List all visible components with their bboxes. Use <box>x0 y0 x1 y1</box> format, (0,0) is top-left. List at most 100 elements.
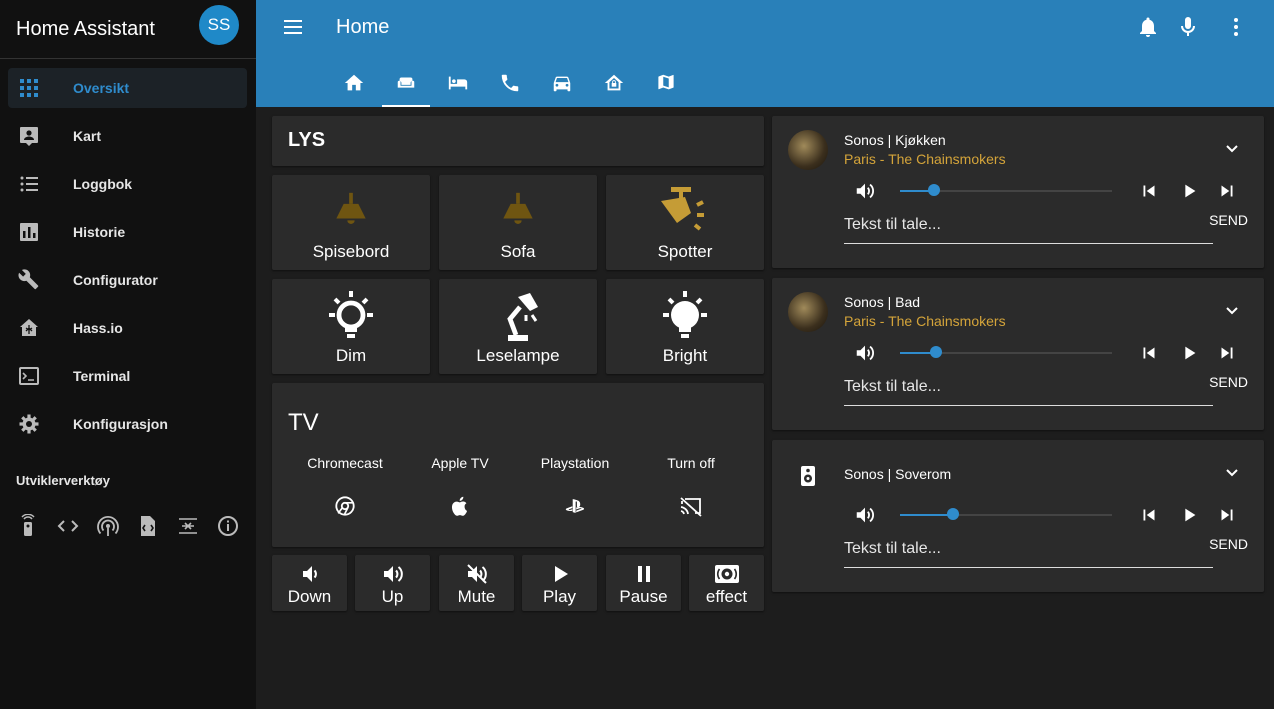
play-icon[interactable] <box>1178 180 1200 202</box>
volume-knob[interactable] <box>947 508 959 520</box>
skip-previous-icon[interactable] <box>1138 180 1160 202</box>
chevron-down-icon[interactable] <box>1220 136 1244 160</box>
tab-car[interactable] <box>536 60 588 107</box>
volume-up-button[interactable]: Up <box>355 555 430 611</box>
album-art <box>788 292 828 332</box>
sidebar-item-label: Kart <box>73 128 102 144</box>
tv-source-playstation[interactable]: Playstation <box>520 455 630 517</box>
volume-slider[interactable] <box>900 184 1112 196</box>
google-chrome-icon <box>335 496 355 516</box>
media-player-card: Sonos | Kjøkken Paris - The Chainsmokers… <box>772 116 1264 268</box>
volume-knob[interactable] <box>930 346 943 358</box>
sidebar-item-configurator[interactable]: Configurator <box>8 260 247 300</box>
sidebar-item-historie[interactable]: Historie <box>8 212 247 252</box>
sidebar-item-konfigurasjon[interactable]: Konfigurasjon <box>8 404 247 444</box>
tv-source-label: Apple TV <box>431 455 489 471</box>
volume-knob[interactable] <box>927 184 940 196</box>
home-icon <box>344 74 364 91</box>
sidebar-item-label: Historie <box>73 224 126 240</box>
app-toolbar: Home <box>256 0 1274 107</box>
tv-source-label: Playstation <box>540 455 610 471</box>
play-icon[interactable] <box>1178 504 1200 526</box>
app-title: Home Assistant <box>16 17 155 40</box>
sidebar-item-label: Loggbok <box>73 176 133 192</box>
control-label: effect <box>705 587 748 606</box>
menu-icon[interactable] <box>282 17 306 37</box>
media-player-card: Sonos | Soverom Tekst til tale... SEND <box>772 440 1264 592</box>
light-name: Bright <box>662 346 708 365</box>
sidebar-item-label: Oversikt <box>73 80 130 96</box>
tab-bed[interactable] <box>432 60 484 107</box>
tab-sofa[interactable] <box>380 60 432 107</box>
light-name: Sofa <box>500 242 536 261</box>
information-outline-icon[interactable] <box>216 514 256 538</box>
tv-turn-off[interactable]: Turn off <box>636 455 746 519</box>
media-player-name: Sonos | Bad <box>844 294 921 310</box>
spotlight-beam-icon <box>661 187 704 231</box>
effect-button[interactable]: effect <box>689 555 764 611</box>
tts-input[interactable]: Tekst til tale... <box>844 378 1213 406</box>
light-button-dim[interactable]: Dim <box>272 279 430 374</box>
tv-source-chromecast[interactable]: Chromecast <box>290 455 400 517</box>
sidebar-item-label: Terminal <box>73 368 131 384</box>
tts-input[interactable]: Tekst til tale... <box>844 216 1213 244</box>
dots-vertical-icon[interactable] <box>1224 15 1248 39</box>
lightbulb-on-icon <box>663 291 707 338</box>
sidebar-item-terminal[interactable]: Terminal <box>8 356 247 396</box>
format-align-middle-icon[interactable] <box>176 514 216 538</box>
sidebar-item-label: Hass.io <box>73 320 123 336</box>
volume-high-icon[interactable] <box>854 180 876 202</box>
send-button[interactable]: SEND <box>1209 212 1248 228</box>
chevron-down-icon[interactable] <box>1220 460 1244 484</box>
sidebar-item-oversikt[interactable]: Oversikt <box>8 68 247 108</box>
light-button-spisebord[interactable]: Spisebord <box>272 175 430 270</box>
sidebar-item-hassio[interactable]: Hass.io <box>8 308 247 348</box>
play-button[interactable]: Play <box>522 555 597 611</box>
skip-next-icon[interactable] <box>1216 180 1238 202</box>
media-player-card: Sonos | Bad Paris - The Chainsmokers Tek… <box>772 278 1264 430</box>
pause-button[interactable]: Pause <box>606 555 681 611</box>
remote-icon[interactable] <box>16 513 56 538</box>
control-label: Down <box>287 587 332 606</box>
code-brackets-icon[interactable] <box>56 514 96 538</box>
volume-high-icon[interactable] <box>854 504 876 526</box>
skip-next-icon[interactable] <box>1216 342 1238 364</box>
volume-high-icon[interactable] <box>854 342 876 364</box>
tv-source-label: Turn off <box>667 455 715 471</box>
sidebar-item-kart[interactable]: Kart <box>8 116 247 156</box>
light-button-leselampe[interactable]: Leselampe <box>439 279 597 374</box>
tab-home[interactable] <box>328 60 380 107</box>
send-button[interactable]: SEND <box>1209 374 1248 390</box>
tab-phone[interactable] <box>484 60 536 107</box>
send-button[interactable]: SEND <box>1209 536 1248 552</box>
bell-icon[interactable] <box>1136 15 1160 39</box>
playstation-icon <box>565 499 585 514</box>
skip-next-icon[interactable] <box>1216 504 1238 526</box>
light-button-spotter[interactable]: Spotter <box>606 175 764 270</box>
play-icon[interactable] <box>1178 342 1200 364</box>
mute-button[interactable]: Mute <box>439 555 514 611</box>
light-button-bright[interactable]: Bright <box>606 279 764 374</box>
view-dashboard-icon <box>20 79 38 97</box>
avatar[interactable]: SS <box>199 5 239 45</box>
tv-card: TV Chromecast Apple TV Playstation Turn … <box>272 383 764 547</box>
tv-source-apple-tv[interactable]: Apple TV <box>405 455 515 517</box>
volume-down-button[interactable]: Down <box>272 555 347 611</box>
access-point-icon[interactable] <box>96 514 136 538</box>
control-label: Pause <box>619 587 668 606</box>
volume-slider[interactable] <box>900 508 1112 520</box>
skip-previous-icon[interactable] <box>1138 342 1160 364</box>
file-xml-icon[interactable] <box>136 514 176 538</box>
chevron-down-icon[interactable] <box>1220 298 1244 322</box>
tv-source-label: Chromecast <box>307 455 383 471</box>
media-player-name: Sonos | Kjøkken <box>844 132 946 148</box>
sidebar-item-loggbok[interactable]: Loggbok <box>8 164 247 204</box>
volume-slider[interactable] <box>900 346 1112 358</box>
media-track: Paris - The Chainsmokers <box>844 313 1006 329</box>
microphone-icon[interactable] <box>1176 15 1200 39</box>
tab-map[interactable] <box>640 60 692 107</box>
tts-input[interactable]: Tekst til tale... <box>844 540 1213 568</box>
light-button-sofa[interactable]: Sofa <box>439 175 597 270</box>
tab-home-lock[interactable] <box>588 60 640 107</box>
skip-previous-icon[interactable] <box>1138 504 1160 526</box>
